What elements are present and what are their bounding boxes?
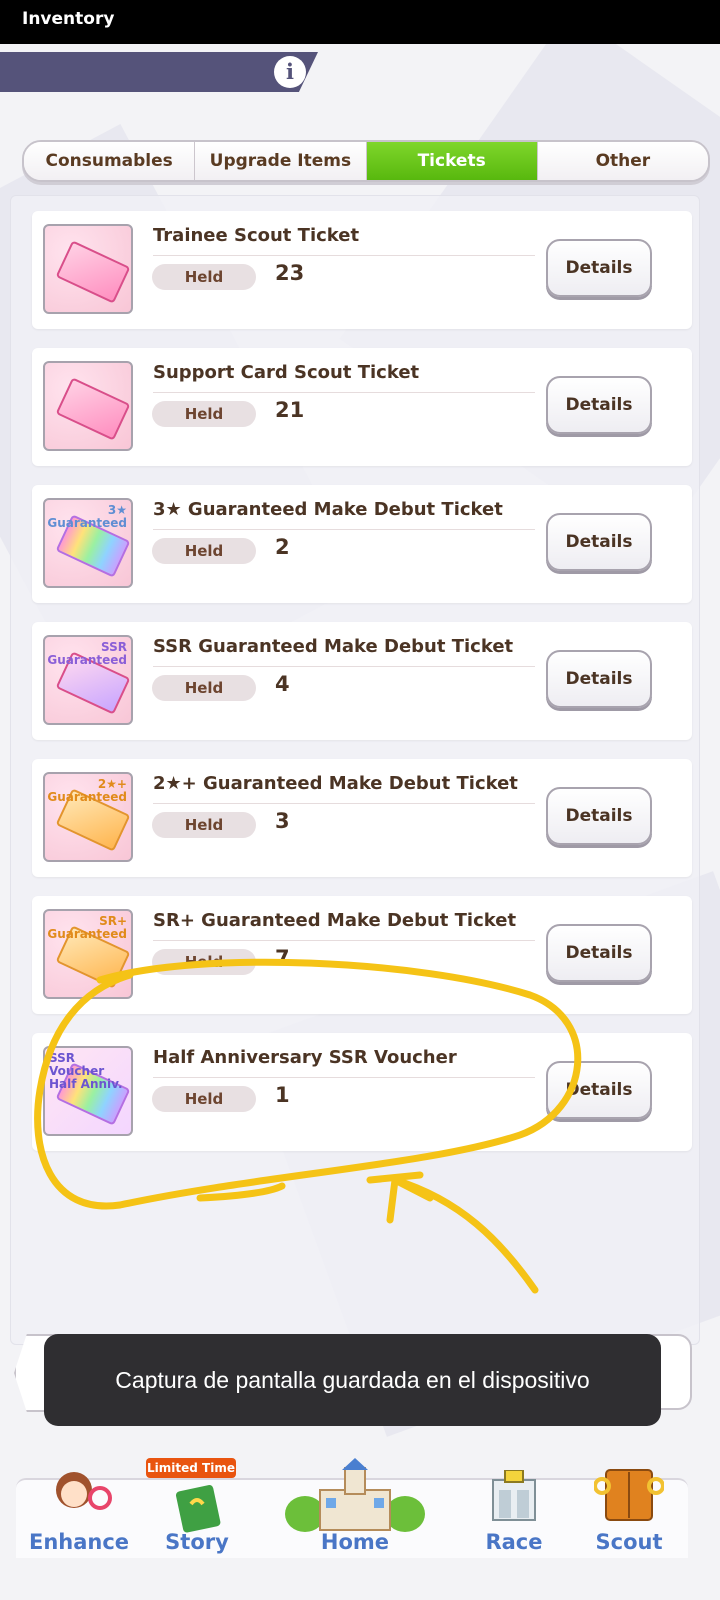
inventory-title-banner: [0, 52, 318, 92]
held-count: 3: [275, 809, 290, 833]
tab-other[interactable]: Other: [537, 142, 708, 180]
bottom-navigation: Enhance Story Home Race Scout: [16, 1458, 688, 1558]
divider: [153, 255, 535, 256]
tab-tickets[interactable]: Tickets: [366, 142, 538, 180]
details-button[interactable]: Details: [546, 513, 652, 571]
half-anniversary-ssr-voucher-icon: SSR Voucher Half Anniv.: [43, 1046, 133, 1136]
held-label: Held: [152, 264, 256, 290]
nav-enhance[interactable]: Enhance: [16, 1472, 142, 1558]
two-star-plus-guaranteed-ticket-icon: 2★+ Guaranteed: [43, 772, 133, 862]
race-gate-icon: [492, 1470, 536, 1521]
screenshot-toast: Captura de pantalla guardada en el dispo…: [44, 1334, 661, 1426]
list-item: Trainee Scout Ticket Held 23 Details: [32, 211, 692, 329]
held-count: 7: [275, 946, 290, 970]
list-item: Support Card Scout Ticket Held 21 Detail…: [32, 348, 692, 466]
held-count: 1: [275, 1083, 290, 1107]
item-name: 3★ Guaranteed Make Debut Ticket: [153, 499, 503, 520]
divider: [153, 392, 535, 393]
sr-plus-guaranteed-ticket-icon: SR+ Guaranteed: [43, 909, 133, 999]
list-item: SSR Guaranteed SSR Guaranteed Make Debut …: [32, 622, 692, 740]
divider: [153, 666, 535, 667]
held-count: 2: [275, 535, 290, 559]
nav-race[interactable]: Race: [458, 1470, 570, 1558]
three-star-guaranteed-ticket-icon: 3★ Guaranteed: [43, 498, 133, 588]
support-card-scout-ticket-icon: [43, 361, 133, 451]
info-icon[interactable]: i: [274, 56, 306, 88]
held-count: 23: [275, 261, 305, 285]
held-count: 21: [275, 398, 305, 422]
tab-upgrade-items[interactable]: Upgrade Items: [195, 142, 367, 180]
item-name: SSR Guaranteed Make Debut Ticket: [153, 636, 514, 657]
divider: [153, 940, 535, 941]
held-label: Held: [152, 1086, 256, 1112]
story-book-icon: [175, 1485, 221, 1533]
nav-label: Home: [320, 1530, 390, 1554]
item-name: 2★+ Guaranteed Make Debut Ticket: [153, 773, 518, 794]
limited-time-badge: Limited Time: [146, 1458, 236, 1478]
details-button[interactable]: Details: [546, 787, 652, 845]
list-item: SSR Voucher Half Anniv. Half Anniversary …: [32, 1033, 692, 1151]
nav-label: Scout: [595, 1530, 663, 1554]
held-count: 4: [275, 672, 290, 696]
held-label: Held: [152, 401, 256, 427]
list-item: 3★ Guaranteed 3★ Guaranteed Make Debut Ti…: [32, 485, 692, 603]
page-title: Inventory: [22, 9, 115, 29]
ticket-list: Trainee Scout Ticket Held 23 Details Sup…: [32, 211, 692, 1170]
ssr-guaranteed-ticket-icon: SSR Guaranteed: [43, 635, 133, 725]
held-label: Held: [152, 812, 256, 838]
details-button[interactable]: Details: [546, 924, 652, 982]
nav-home[interactable]: Home: [252, 1458, 458, 1558]
held-label: Held: [152, 675, 256, 701]
item-name: Trainee Scout Ticket: [153, 225, 360, 246]
item-name: SR+ Guaranteed Make Debut Ticket: [153, 910, 517, 931]
details-button[interactable]: Details: [546, 376, 652, 434]
item-name: Half Anniversary SSR Voucher: [153, 1047, 457, 1068]
details-button[interactable]: Details: [546, 239, 652, 297]
list-item: SR+ Guaranteed SR+ Guaranteed Make Debut …: [32, 896, 692, 1014]
nav-story[interactable]: Story: [142, 1480, 252, 1558]
enhance-character-icon: [56, 1472, 112, 1510]
divider: [153, 1077, 535, 1078]
details-button[interactable]: Details: [546, 1061, 652, 1119]
tab-consumables[interactable]: Consumables: [24, 142, 196, 180]
scout-door-icon: [594, 1469, 664, 1521]
nav-label: Race: [485, 1530, 543, 1554]
held-label: Held: [152, 949, 256, 975]
held-label: Held: [152, 538, 256, 564]
item-name: Support Card Scout Ticket: [153, 362, 420, 383]
details-button[interactable]: Details: [546, 650, 652, 708]
divider: [153, 803, 535, 804]
nav-label: Story: [165, 1530, 229, 1554]
divider: [153, 529, 535, 530]
list-item: 2★+ Guaranteed 2★+ Guaranteed Make Debut …: [32, 759, 692, 877]
category-tabs: Consumables Upgrade Items Tickets Other: [22, 140, 710, 182]
nav-label: Enhance: [28, 1530, 130, 1554]
trainee-scout-ticket-icon: [43, 224, 133, 314]
nav-scout[interactable]: Scout: [570, 1469, 688, 1558]
